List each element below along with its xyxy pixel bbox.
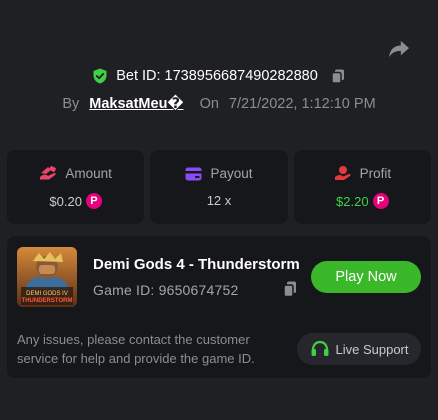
money-icon <box>40 166 57 180</box>
game-thumbnail[interactable]: DEMI GODS IV THUNDERSTORM <box>17 247 77 307</box>
payout-value: 12 x <box>206 193 232 208</box>
thumb-title-line1: DEMI GODS IV <box>26 291 68 297</box>
bet-stats: Amount $0.20 P Payout 12 x Profit $2.20 … <box>7 150 431 224</box>
payout-stat: Payout 12 x <box>150 150 288 224</box>
shield-check-icon <box>93 68 107 84</box>
thumb-title-line2: THUNDERSTORM <box>22 298 73 304</box>
support-message: Any issues, please contact the customer … <box>17 332 255 366</box>
profit-value: $2.20 <box>336 193 369 209</box>
game-title: Demi Gods 4 - Thunderstorm <box>93 256 300 273</box>
profit-label: Profit <box>359 165 392 181</box>
bet-timestamp: 7/21/2022, 1:12:10 PM <box>228 96 376 112</box>
headset-icon <box>311 340 328 356</box>
profit-stat: Profit $2.20 P <box>293 150 431 224</box>
amount-stat: Amount $0.20 P <box>7 150 145 224</box>
on-label: On <box>199 96 219 112</box>
share-button[interactable] <box>386 36 412 62</box>
amount-label: Amount <box>65 165 112 181</box>
amount-value: $0.20 <box>49 193 82 209</box>
card-icon <box>185 167 202 180</box>
live-support-button[interactable]: Live Support <box>297 333 421 365</box>
play-now-button[interactable]: Play Now <box>311 261 421 293</box>
author-row: By MaksatMeu� On 7/21/2022, 1:12:10 PM <box>0 96 438 112</box>
bet-id-text: Bet ID: 1738956687490282880 <box>116 68 318 84</box>
username-link[interactable]: MaksatMeu� <box>89 96 183 112</box>
by-label: By <box>62 96 80 112</box>
bet-id-row: Bet ID: 1738956687490282880 <box>0 68 438 84</box>
copy-icon[interactable] <box>330 68 346 84</box>
share-icon <box>389 40 409 58</box>
coin-icon: P <box>372 193 389 209</box>
game-card: DEMI GODS IV THUNDERSTORM Demi Gods 4 - … <box>7 236 431 378</box>
copy-game-id-icon[interactable] <box>282 280 298 298</box>
game-id: Game ID: 9650674752 <box>93 282 239 298</box>
payout-label: Payout <box>210 166 253 181</box>
profit-hand-icon <box>334 166 351 180</box>
live-support-label: Live Support <box>335 341 409 357</box>
coin-icon: P <box>85 193 102 209</box>
